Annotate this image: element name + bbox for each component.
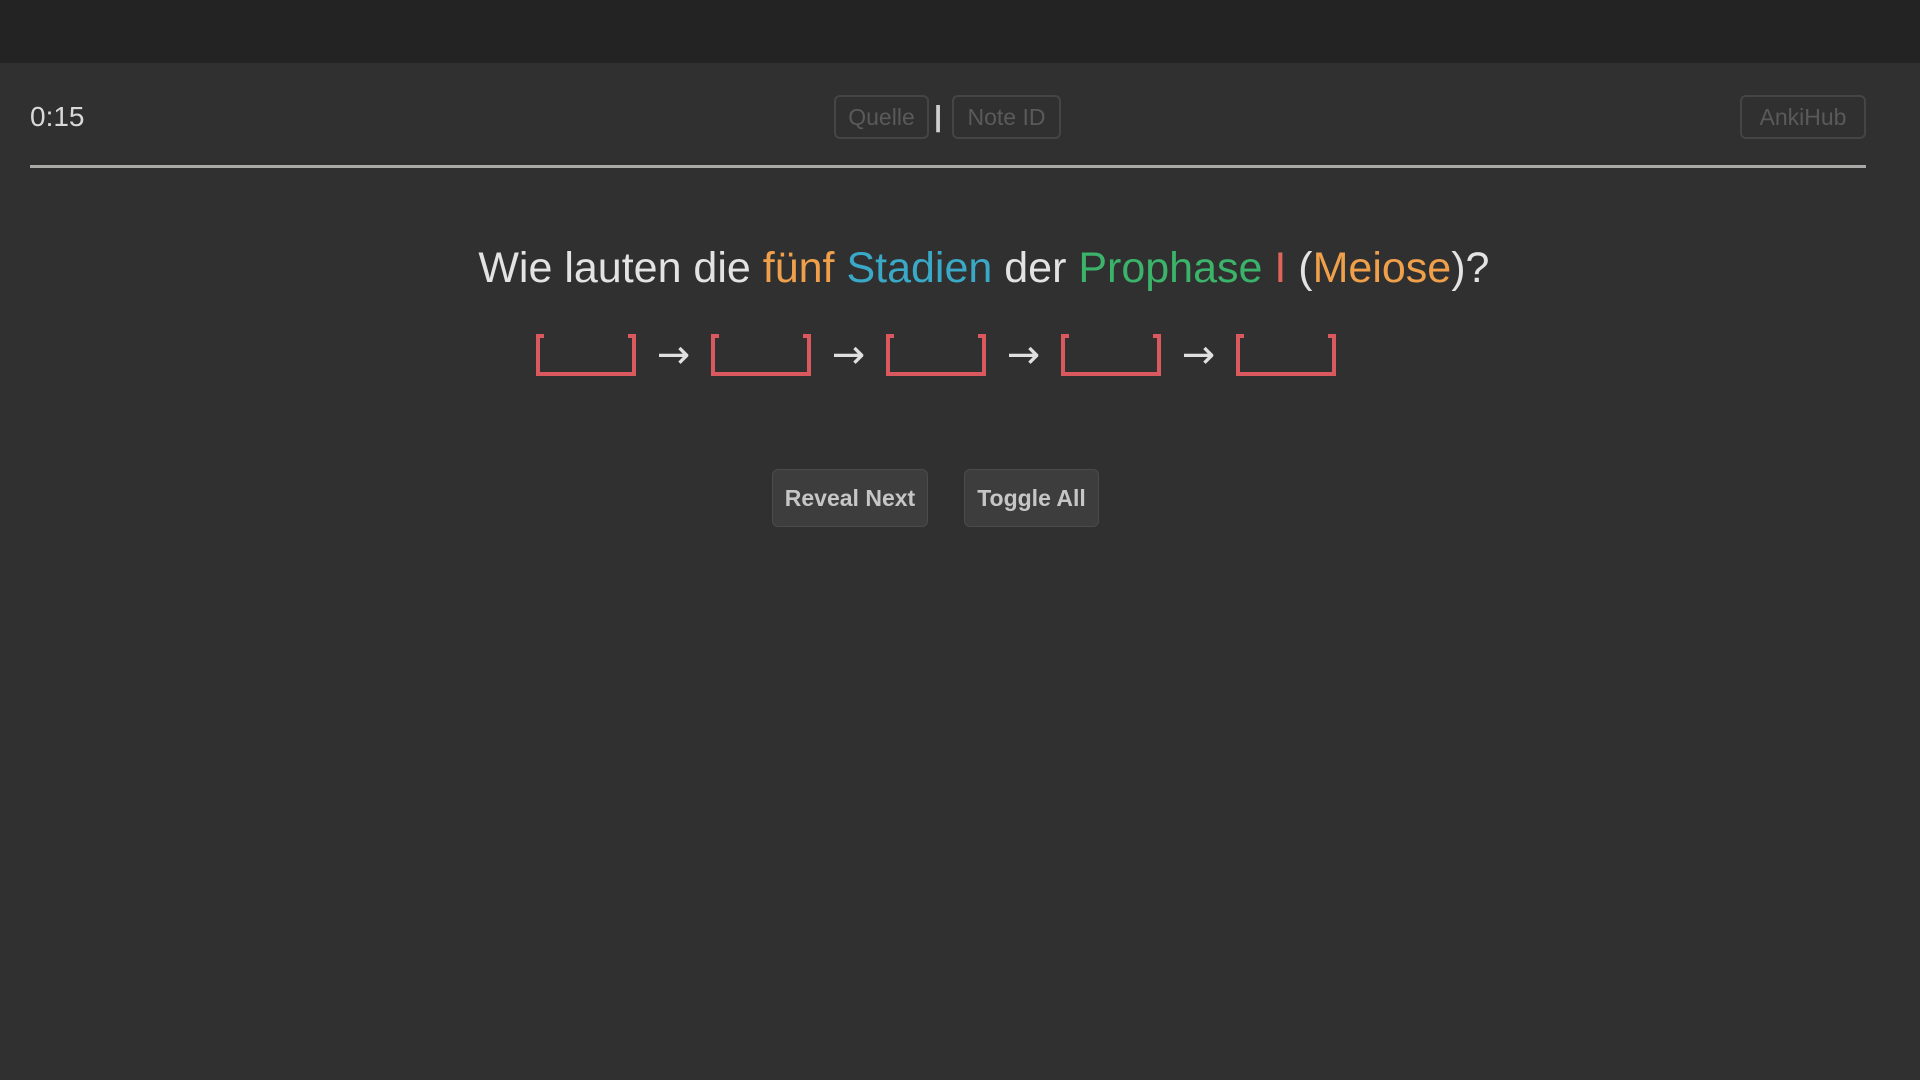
timer: 0:15 [30,101,85,132]
question-segment [835,244,847,292]
arrow-icon: → [1181,332,1216,378]
question-segment: der [992,244,1079,292]
reveal-next-button[interactable]: Reveal Next [772,469,928,527]
ankihub-button[interactable]: AnkiHub [1740,95,1866,139]
arrow-icon: → [831,332,866,378]
cloze-sequence: → → → → [536,327,1336,383]
question-segment: Prophase [1078,244,1263,292]
question-text: Wie lauten die fünf Stadien der Prophase… [0,195,1920,342]
question-segment: I [1274,244,1287,292]
note-id-button[interactable]: Note ID [952,95,1061,139]
toggle-all-button[interactable]: Toggle All [964,469,1099,527]
cloze-blank[interactable] [711,334,811,376]
question-segment: fünf [762,244,835,292]
question-segment: Wie lauten die [478,244,763,292]
card-area: 0:15 Quelle | Note ID AnkiHub Wie lauten… [0,63,1920,1080]
window-top-bar [0,0,1920,63]
arrow-icon: → [1006,332,1041,378]
question-segment: Meiose [1312,244,1452,292]
separator: | [934,101,943,133]
cloze-blank[interactable] [1236,334,1336,376]
cloze-blank[interactable] [1061,334,1161,376]
arrow-icon: → [656,332,691,378]
question-segment: Stadien [846,244,993,292]
question-segment: )? [1451,244,1490,292]
source-button[interactable]: Quelle [834,95,929,139]
cloze-blank[interactable] [536,334,636,376]
header-divider [30,165,1866,168]
cloze-blank[interactable] [886,334,986,376]
question-segment: ( [1286,244,1313,292]
question-segment [1262,244,1274,292]
